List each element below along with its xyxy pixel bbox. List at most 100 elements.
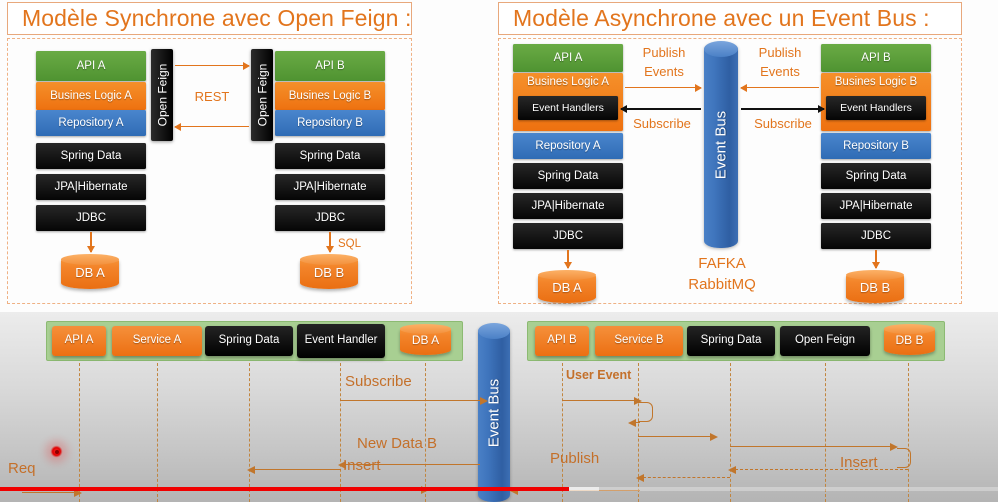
seq-node-service-b: Service B bbox=[595, 326, 683, 356]
async-left-springdata: Spring Data bbox=[513, 163, 623, 189]
arrow-user-event bbox=[562, 396, 642, 405]
async-left-api: API A bbox=[513, 44, 623, 72]
async-right-db-arrow bbox=[871, 250, 880, 269]
sync-right-jdbc: JDBC bbox=[275, 205, 385, 231]
selfcall-service-b bbox=[638, 402, 653, 422]
diagram-area: Modèle Synchrone avec Open Feign : Modèl… bbox=[0, 0, 998, 312]
event-bus-cylinder: Event Bus bbox=[704, 41, 738, 248]
sync-panel-frame: API A Busines Logic A Repository A Sprin… bbox=[7, 38, 412, 304]
sync-panel-title: Modèle Synchrone avec Open Feign : bbox=[7, 2, 412, 35]
arrow-db-return-b bbox=[728, 465, 908, 474]
seq-node-open-feign: Open Feign bbox=[780, 326, 870, 356]
lifeline-spring-data-b bbox=[730, 358, 731, 502]
seq-node-service-a: Service A bbox=[112, 326, 202, 356]
seq-node-event-handler: Event Handler bbox=[297, 324, 385, 358]
sync-db-a: DB A bbox=[61, 254, 119, 289]
async-right-jpa: JPA|Hibernate bbox=[821, 193, 931, 219]
label-subscribe: Subscribe bbox=[345, 373, 412, 390]
publish-arrow-left bbox=[625, 83, 702, 92]
seq-node-spring-data-a: Spring Data bbox=[205, 326, 293, 356]
lifeline-db-a bbox=[425, 358, 426, 502]
async-right-api: API B bbox=[821, 44, 931, 72]
publish-label-left-2: Events bbox=[644, 64, 684, 79]
async-right-jdbc: JDBC bbox=[821, 223, 931, 249]
publish-label-right-2: Events bbox=[760, 64, 800, 79]
subscribe-label-left: Subscribe bbox=[633, 116, 691, 131]
lifeline-api-a bbox=[79, 358, 80, 502]
lifeline-spring-data-a bbox=[249, 358, 250, 502]
rest-arrow-right bbox=[175, 61, 250, 70]
open-feign-right-label: Open Feign bbox=[255, 63, 269, 127]
async-left-event-handlers: Event Handlers bbox=[518, 96, 618, 120]
sync-left-jdbc: JDBC bbox=[36, 205, 146, 231]
selfcall-return-service-b bbox=[628, 418, 640, 427]
lifeline-db-b bbox=[908, 358, 909, 502]
sync-left-repository: Repository A bbox=[36, 110, 146, 136]
subscribe-label-right: Subscribe bbox=[754, 116, 812, 131]
async-right-event-handlers: Event Handlers bbox=[826, 96, 926, 120]
sync-right-repository: Repository B bbox=[275, 110, 385, 136]
sync-right-jpa: JPA|Hibernate bbox=[275, 174, 385, 200]
sync-right-springdata: Spring Data bbox=[275, 143, 385, 169]
async-left-db-arrow bbox=[563, 250, 572, 269]
video-progress-played[interactable] bbox=[0, 487, 569, 491]
arrow-spring-return-b bbox=[636, 473, 730, 482]
async-left-repository: Repository A bbox=[513, 133, 623, 159]
sync-right-api: API B bbox=[275, 51, 385, 81]
open-feign-right: Open Feign bbox=[251, 49, 273, 141]
async-panel-frame: API A Busines Logic A Event Handlers Rep… bbox=[498, 38, 962, 304]
sync-right-db-arrow bbox=[325, 232, 334, 253]
arrow-insert-left-back bbox=[247, 465, 341, 474]
label-new-data-b: New Data B bbox=[357, 435, 438, 452]
async-panel-title: Modèle Asynchrone avec un Event Bus : bbox=[498, 2, 962, 35]
label-req: Req bbox=[8, 460, 36, 477]
publish-label-right-1: Publish bbox=[758, 45, 802, 60]
label-user-event: User Event bbox=[566, 368, 632, 382]
bus-tech-kafka: FAFKA bbox=[698, 255, 746, 272]
sync-right-logic: Busines Logic B bbox=[275, 82, 385, 110]
lifeline-event-handler bbox=[340, 358, 341, 502]
arrow-req bbox=[22, 488, 82, 497]
seq-node-db-a: DB A bbox=[400, 324, 451, 355]
sync-db-b: DB B bbox=[300, 254, 358, 289]
sql-label: SQL bbox=[338, 238, 362, 250]
selfcall-db-b bbox=[897, 448, 911, 468]
async-db-b: DB B bbox=[846, 270, 904, 303]
async-db-a: DB A bbox=[538, 270, 596, 303]
sync-left-db-arrow bbox=[86, 232, 95, 253]
seq-node-api-a: API A bbox=[52, 326, 106, 356]
arrow-spring-to-db-b bbox=[730, 442, 898, 451]
open-feign-left-label: Open Feign bbox=[155, 63, 169, 127]
sync-left-api: API A bbox=[36, 51, 146, 81]
async-right-springdata: Spring Data bbox=[821, 163, 931, 189]
sequence-diagram-area: API A Service A Spring Data Event Handle… bbox=[0, 312, 998, 502]
sync-left-springdata: Spring Data bbox=[36, 143, 146, 169]
lifeline-service-a bbox=[157, 358, 158, 502]
async-left-jpa: JPA|Hibernate bbox=[513, 193, 623, 219]
rest-arrow-left bbox=[174, 122, 249, 131]
bus-tech-rabbitmq: RabbitMQ bbox=[688, 276, 756, 293]
lifeline-api-b bbox=[562, 358, 563, 502]
cursor-pointer bbox=[50, 445, 63, 458]
sync-left-logic: Busines Logic A bbox=[36, 82, 146, 110]
event-bus-label: Event Bus bbox=[712, 110, 730, 180]
label-publish: Publish bbox=[550, 450, 600, 467]
open-feign-left: Open Feign bbox=[151, 49, 173, 141]
seq-node-api-b: API B bbox=[535, 326, 589, 356]
publish-label-left-1: Publish bbox=[642, 45, 686, 60]
seq-event-bus-label: Event Bus bbox=[485, 378, 503, 448]
sync-left-jpa: JPA|Hibernate bbox=[36, 174, 146, 200]
lifeline-open-feign bbox=[825, 358, 826, 502]
arrow-service-to-spring-b bbox=[638, 432, 718, 441]
seq-node-db-b: DB B bbox=[884, 324, 935, 355]
subscribe-arrow-left bbox=[620, 104, 701, 113]
async-left-jdbc: JDBC bbox=[513, 223, 623, 249]
slide-root: Modèle Synchrone avec Open Feign : Modèl… bbox=[0, 0, 998, 502]
publish-arrow-right bbox=[740, 83, 819, 92]
label-insert-left: Insert bbox=[343, 457, 381, 474]
arrow-subscribe bbox=[340, 396, 488, 405]
async-right-repository: Repository B bbox=[821, 133, 931, 159]
seq-node-spring-data-b: Spring Data bbox=[687, 326, 775, 356]
seq-event-bus: Event Bus bbox=[478, 323, 510, 502]
subscribe-arrow-right bbox=[741, 104, 825, 113]
